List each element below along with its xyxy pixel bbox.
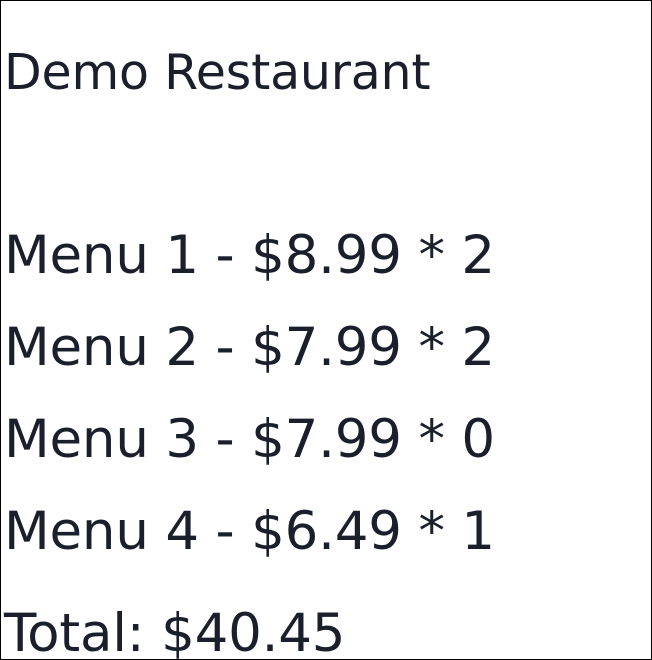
menu-item-2: Menu 2 - $7.99 * 2 <box>4 317 495 378</box>
order-total: Total: $40.45 <box>4 603 346 660</box>
menu-item-3: Menu 3 - $7.99 * 0 <box>4 409 495 470</box>
menu-item-1: Menu 1 - $8.99 * 2 <box>4 225 495 286</box>
restaurant-name: Demo Restaurant <box>4 44 431 101</box>
menu-item-4: Menu 4 - $6.49 * 1 <box>4 501 495 562</box>
app-frame: Demo Restaurant Menu 1 - $8.99 * 2 Menu … <box>0 0 652 660</box>
menu-list: Menu 1 - $8.99 * 2 Menu 2 - $7.99 * 2 Me… <box>4 223 495 591</box>
